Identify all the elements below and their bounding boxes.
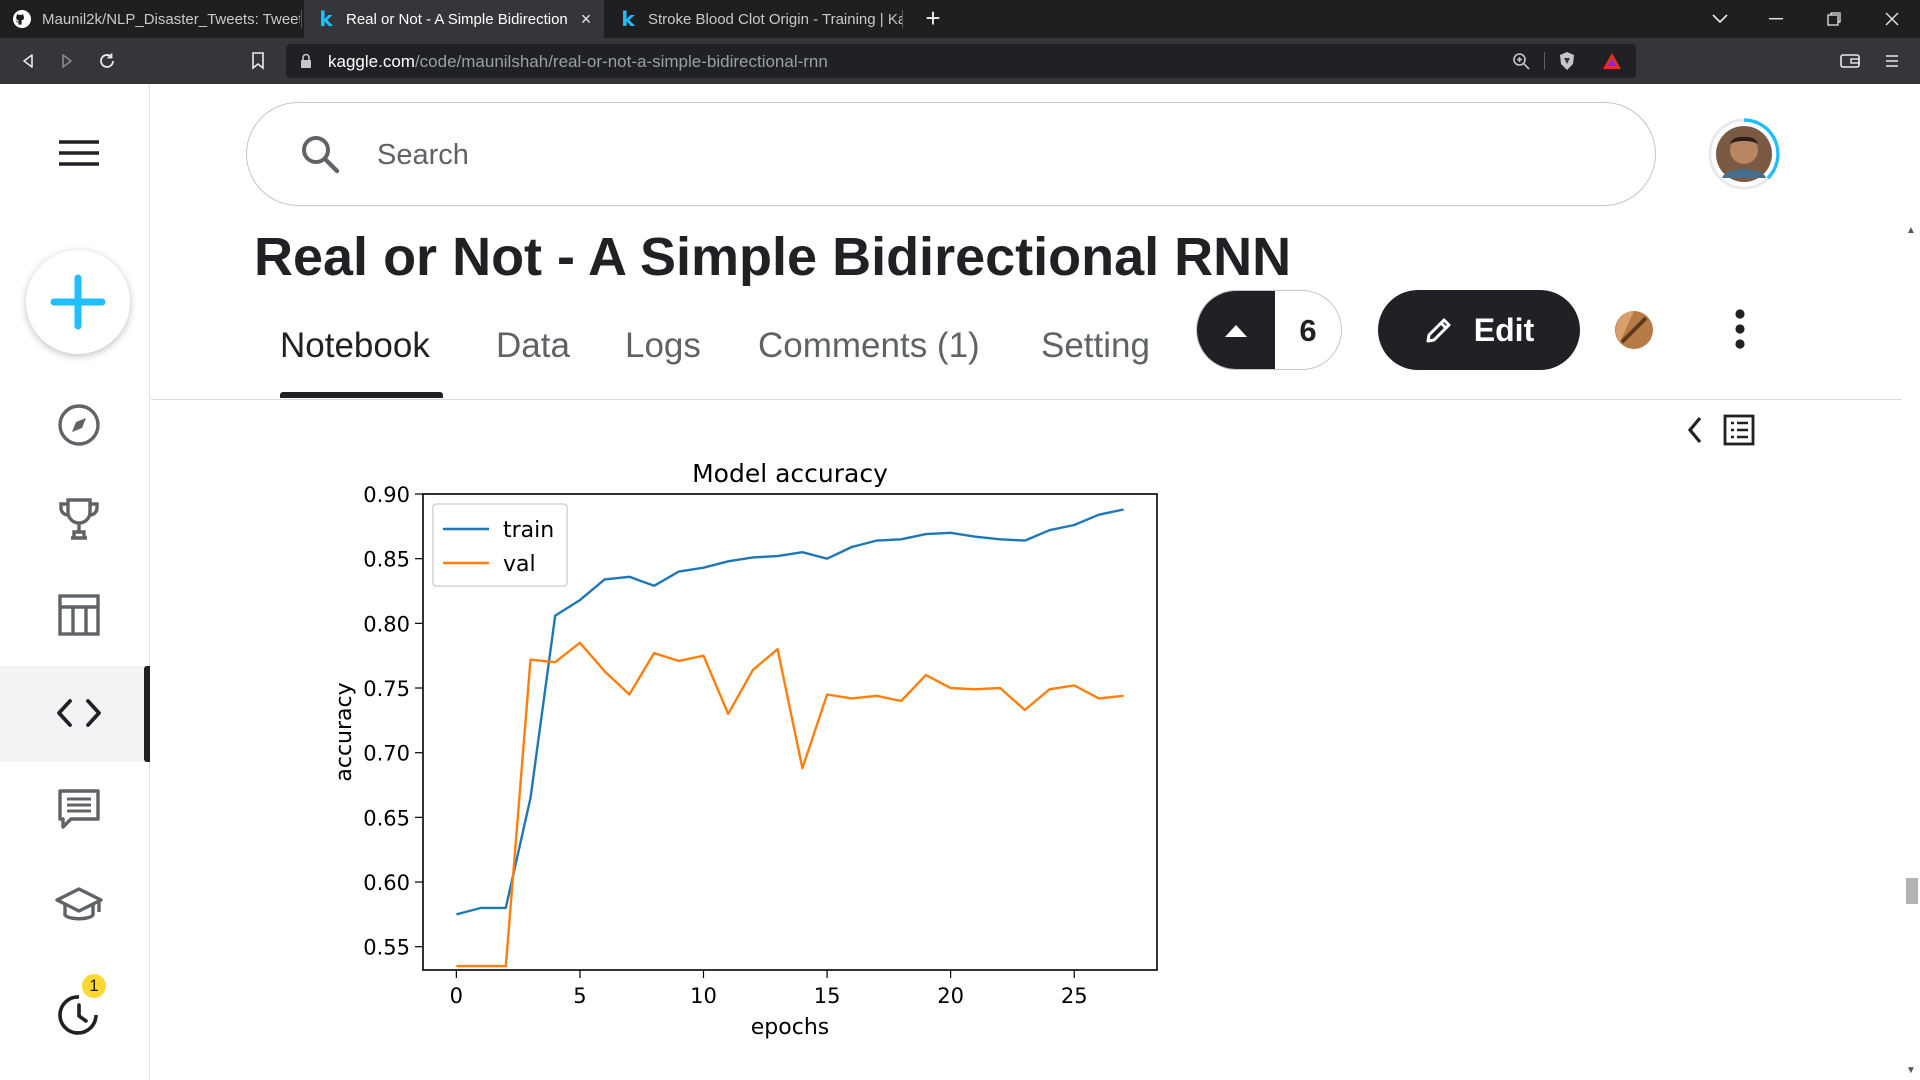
y-tick-label: 0.90 [363,483,410,507]
y-tick-label: 0.70 [363,742,410,766]
browser-tab-active[interactable]: k Real or Not - A Simple Bidirection × [304,0,604,38]
active-indicator [144,666,150,762]
chart-title: Model accuracy [692,459,888,488]
x-tick-label: 0 [450,984,463,1008]
tab-comments[interactable]: Comments (1) [758,326,980,366]
new-tab-button[interactable]: + [918,4,948,34]
y-tick-label: 0.75 [363,677,410,701]
close-window-button[interactable] [1864,0,1920,38]
upvote-button[interactable] [1197,291,1275,369]
trophy-icon[interactable] [48,488,110,550]
x-axis-label: epochs [751,1015,829,1040]
y-axis-label: accuracy [332,682,357,781]
tab-separator [301,10,302,28]
restore-window-button[interactable] [1806,0,1862,38]
y-tick-label: 0.80 [363,612,410,636]
legend-label-train: train [503,518,554,543]
tab-logs[interactable]: Logs [625,326,701,366]
url-host: kaggle.com [328,52,415,71]
active-tab-underline [280,392,443,398]
vote-control: 6 [1196,290,1342,370]
github-icon [12,9,32,29]
kaggle-k-icon: k [319,7,333,31]
url-text: kaggle.com/code/maunilshah/real-or-not-a… [328,52,828,72]
zoom-icon[interactable] [1512,52,1530,75]
edit-button[interactable]: Edit [1378,290,1580,370]
notification-badge: 1 [82,974,106,998]
browser-tab-stroke[interactable]: k Stroke Blood Clot Origin - Training | … [606,0,902,38]
forward-icon[interactable] [53,47,81,75]
legend-box [432,503,568,587]
browser-tab-github[interactable]: Maunil2k/NLP_Disaster_Tweets: Tweet [0,0,300,38]
reload-icon[interactable] [93,47,121,75]
lock-icon [300,53,312,74]
browser-toolbar: kaggle.com/code/maunilshah/real-or-not-a… [0,38,1920,84]
compass-icon[interactable] [48,394,110,456]
header-divider [151,399,1920,400]
chart-svg: Model accuracy 0.55 0.60 0.65 0.70 0.75 0.80 0.… [332,459,1158,1040]
table-icon[interactable] [48,584,110,646]
x-tick-label: 25 [1061,984,1088,1008]
pencil-icon [1426,318,1451,343]
edit-label: Edit [1473,311,1535,348]
tab-title: Stroke Blood Clot Origin - Training | Ka [648,10,902,28]
browser-menu-icon[interactable] [1878,47,1906,75]
y-tick-label: 0.55 [363,936,410,960]
user-avatar[interactable] [1706,116,1782,192]
table-of-contents-toggle[interactable] [1682,412,1762,448]
comment-icon[interactable] [48,778,110,840]
hamburger-icon[interactable] [48,122,110,184]
vote-count: 6 [1299,313,1317,348]
scroll-thumb[interactable] [1906,878,1918,904]
address-bar[interactable]: kaggle.com/code/maunilshah/real-or-not-a… [286,44,1636,78]
back-icon[interactable] [14,47,42,75]
divider [1544,52,1545,70]
minimize-window-button[interactable] [1748,0,1804,38]
plus-icon [50,274,106,330]
page-scrollbar[interactable]: ▲ ▼ [1902,222,1920,1080]
more-options-icon[interactable] [1722,306,1758,352]
wallet-icon[interactable] [1836,47,1864,75]
y-tick-label: 0.85 [363,548,410,572]
browser-tab-bar: Maunil2k/NLP_Disaster_Tweets: Tweet k Re… [0,0,1920,38]
tab-data[interactable]: Data [496,326,570,366]
left-nav-rail: 1 [0,84,150,1080]
notebook-title: Real or Not - A Simple Bidirectional RNN [254,227,1292,287]
brave-rewards-icon[interactable] [1602,52,1622,75]
x-tick-label: 20 [937,984,964,1008]
series-line-val [456,641,1124,968]
scroll-down-arrow-icon[interactable]: ▼ [1902,1062,1920,1080]
graduation-cap-icon[interactable] [48,874,110,936]
tab-separator [902,10,903,28]
tab-title: Maunil2k/NLP_Disaster_Tweets: Tweet [42,10,300,28]
chevron-left-icon [1687,416,1702,444]
search-bar[interactable] [246,102,1656,206]
scroll-up-arrow-icon[interactable]: ▲ [1902,222,1920,240]
model-accuracy-chart: Model accuracy 0.55 0.60 0.65 0.70 0.75 0.80 0.… [320,450,1200,1050]
upvote-arrow-icon [1225,325,1247,337]
tab-title: Real or Not - A Simple Bidirection [346,10,568,28]
y-tick-label: 0.60 [363,871,410,895]
kaggle-k-icon: k [621,7,635,31]
tab-search-chevron-icon[interactable] [1692,0,1748,38]
x-tick-label: 15 [814,984,841,1008]
create-button[interactable] [26,250,130,354]
tab-notebook[interactable]: Notebook [280,326,430,366]
brave-shield-icon[interactable] [1558,51,1576,76]
x-tick-label: 10 [690,984,717,1008]
x-tick-label: 5 [573,984,586,1008]
y-tick-label: 0.65 [363,806,410,830]
bookmark-icon[interactable] [244,47,272,75]
tab-settings[interactable]: Setting [1041,326,1150,366]
close-tab-icon[interactable]: × [576,9,596,29]
search-icon [299,133,341,180]
url-path: /code/maunilshah/real-or-not-a-simple-bi… [414,52,828,71]
list-icon [1723,414,1755,446]
search-input[interactable] [377,133,1577,177]
copy-version-icon[interactable] [1614,310,1654,350]
legend-label-val: val [503,552,536,577]
code-icon[interactable] [48,682,110,744]
